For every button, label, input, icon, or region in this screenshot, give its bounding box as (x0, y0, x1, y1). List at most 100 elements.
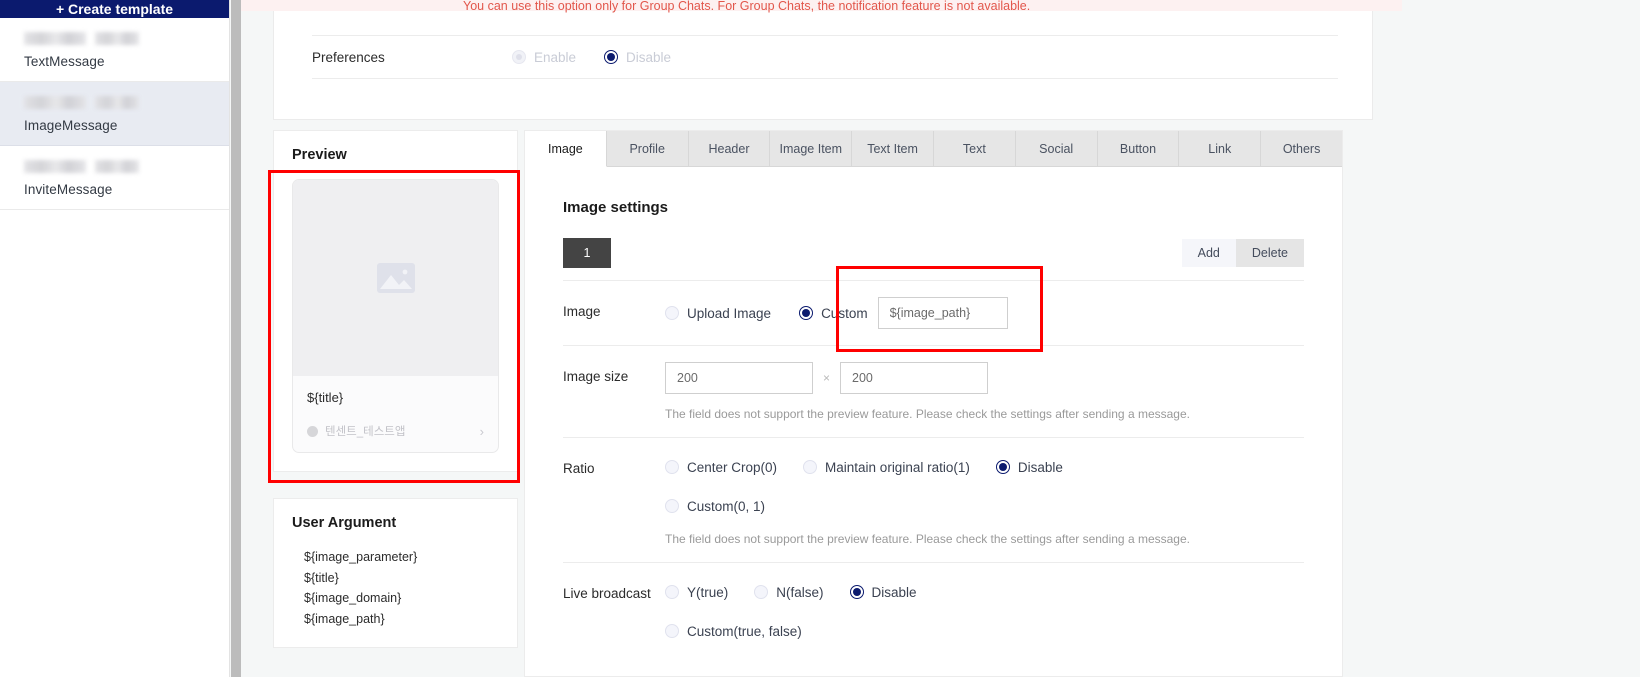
redacted-block (24, 160, 229, 173)
radio-icon[interactable] (604, 50, 619, 64)
live-option-custom[interactable]: Custom(true, false) (665, 618, 802, 644)
sidebar-item-label: ImageMessage (24, 118, 118, 133)
image-size-label: Image size (563, 369, 629, 384)
sidebar-item-textmessage[interactable]: TextMessage (0, 18, 229, 82)
tab-header[interactable]: Header (688, 131, 771, 167)
live-option-y[interactable]: Y(true) (665, 579, 728, 605)
preferences-row: Preferences Enable Disable (312, 35, 1338, 79)
add-button[interactable]: Add (1181, 239, 1236, 267)
preview-footer: 텐센트_테스트앱 › (293, 409, 498, 452)
tab-social[interactable]: Social (1015, 131, 1098, 167)
list-item: ${image_domain} (304, 591, 402, 605)
radio-icon[interactable] (849, 585, 864, 599)
image-source-row: Image Upload Image Custom (563, 280, 1304, 345)
live-broadcast-row: Live broadcast Y(true) N(false) Disable … (563, 562, 1304, 660)
sidebar-scrollbar[interactable] (231, 0, 241, 677)
avatar (307, 425, 318, 437)
image-source-label: Image (563, 304, 601, 319)
main-content: You can use this option only for Group C… (241, 0, 1640, 677)
app-screen: + Create template TextMessage ImageMessa… (0, 0, 1640, 677)
redacted-block (24, 32, 229, 45)
image-size-row: Image size × The field does not support … (563, 345, 1304, 437)
image-size-body: × The field does not support the preview… (665, 362, 1304, 421)
create-template-button[interactable]: + Create template (0, 0, 229, 18)
template-sidebar: + Create template TextMessage ImageMessa… (0, 0, 230, 677)
preview-column: Preview ${title} 텐센트_테스트앱 › User Argumen… (273, 130, 518, 648)
radio-icon[interactable] (665, 585, 679, 599)
delete-button[interactable]: Delete (1235, 239, 1304, 267)
image-size-hint: The field does not support the preview f… (665, 407, 1190, 421)
radio-label: Y(true) (687, 584, 729, 600)
radio-label: Maintain original ratio(1) (825, 459, 970, 475)
settings-tabs: Image Profile Header Image Item Text Ite… (525, 131, 1342, 167)
sidebar-item-imagemessage[interactable]: ImageMessage (0, 82, 229, 146)
radio-icon[interactable] (665, 460, 679, 474)
radio-label: N(false) (776, 584, 824, 600)
preview-heading: Preview (292, 147, 347, 163)
image-settings-form: Image settings 1 Add Delete Image Upload… (525, 167, 1342, 660)
preferences-option-disable[interactable]: Disable (604, 50, 671, 65)
preferences-label: Preferences (312, 49, 385, 65)
image-height-input[interactable] (840, 362, 989, 394)
tab-profile[interactable]: Profile (606, 131, 689, 167)
radio-label: Center Crop(0) (687, 459, 778, 475)
preview-body: ${title} (293, 376, 498, 409)
chevron-right-icon: › (479, 423, 484, 439)
image-placeholder-icon (376, 263, 415, 293)
live-broadcast-label: Live broadcast (563, 586, 651, 601)
radio-icon[interactable] (799, 306, 814, 320)
ratio-option-center-crop[interactable]: Center Crop(0) (665, 454, 777, 480)
preview-title-text: ${title} (307, 390, 344, 405)
radio-icon[interactable] (665, 499, 679, 513)
image-option-upload[interactable]: Upload Image (665, 306, 771, 321)
preferences-panel: You can use this option only for Group C… (273, 0, 1373, 120)
preview-card-panel: Preview ${title} 텐센트_테스트앱 › (273, 130, 518, 472)
radio-label: Enable (534, 49, 577, 65)
ratio-row: Ratio Center Crop(0) Maintain original r… (563, 437, 1304, 562)
tab-text-item[interactable]: Text Item (852, 131, 934, 167)
ratio-option-disable[interactable]: Disable (995, 454, 1063, 480)
preview-app-name: 텐센트_테스트앱 (325, 426, 406, 438)
tab-image[interactable]: Image (525, 131, 607, 167)
tab-link[interactable]: Link (1179, 131, 1262, 167)
sidebar-item-label: TextMessage (24, 54, 105, 69)
user-argument-list: ${image_parameter} ${title} ${image_doma… (292, 547, 499, 629)
radio-label: Custom(true, false) (687, 623, 802, 639)
list-item: ${image_parameter} (304, 550, 418, 564)
live-option-disable[interactable]: Disable (849, 579, 917, 605)
index-actions: Add Delete (1181, 239, 1304, 267)
radio-icon[interactable] (995, 460, 1010, 474)
image-width-input[interactable] (665, 362, 813, 394)
radio-icon[interactable] (512, 50, 526, 64)
size-separator: × (823, 371, 831, 385)
tab-image-item[interactable]: Image Item (770, 131, 853, 167)
preferences-option-enable[interactable]: Enable (512, 50, 576, 65)
radio-icon[interactable] (803, 460, 818, 474)
ratio-option-custom[interactable]: Custom(0, 1) (665, 493, 765, 519)
radio-icon[interactable] (665, 306, 679, 320)
ratio-hint: The field does not support the preview f… (665, 532, 1190, 546)
radio-icon[interactable] (665, 624, 679, 638)
live-broadcast-body: Y(true) N(false) Disable Custom(true, fa… (665, 579, 1304, 644)
tab-text[interactable]: Text (933, 131, 1016, 167)
redacted-block (24, 96, 229, 109)
radio-label: Disable (1017, 459, 1063, 475)
user-argument-panel: User Argument ${image_parameter} ${title… (273, 498, 518, 648)
image-source-body: Upload Image Custom (665, 297, 1304, 329)
user-argument-heading: User Argument (292, 515, 397, 531)
ratio-label: Ratio (563, 461, 595, 476)
tab-others[interactable]: Others (1261, 131, 1342, 167)
tab-button[interactable]: Button (1097, 131, 1180, 167)
image-option-custom[interactable]: Custom (799, 306, 868, 321)
settings-column: Image Profile Header Image Item Text Ite… (524, 130, 1343, 677)
radio-icon[interactable] (754, 585, 769, 599)
index-toolbar: 1 Add Delete (563, 238, 1304, 268)
live-option-n[interactable]: N(false) (754, 579, 824, 605)
index-badge[interactable]: 1 (563, 238, 611, 268)
image-settings-heading: Image settings (563, 199, 669, 216)
ratio-option-maintain[interactable]: Maintain original ratio(1) (803, 454, 970, 480)
radio-label: Upload Image (687, 305, 772, 321)
sidebar-item-invitemessage[interactable]: InviteMessage (0, 146, 229, 210)
radio-label: Custom(0, 1) (687, 498, 766, 514)
image-path-input[interactable] (877, 297, 1008, 329)
